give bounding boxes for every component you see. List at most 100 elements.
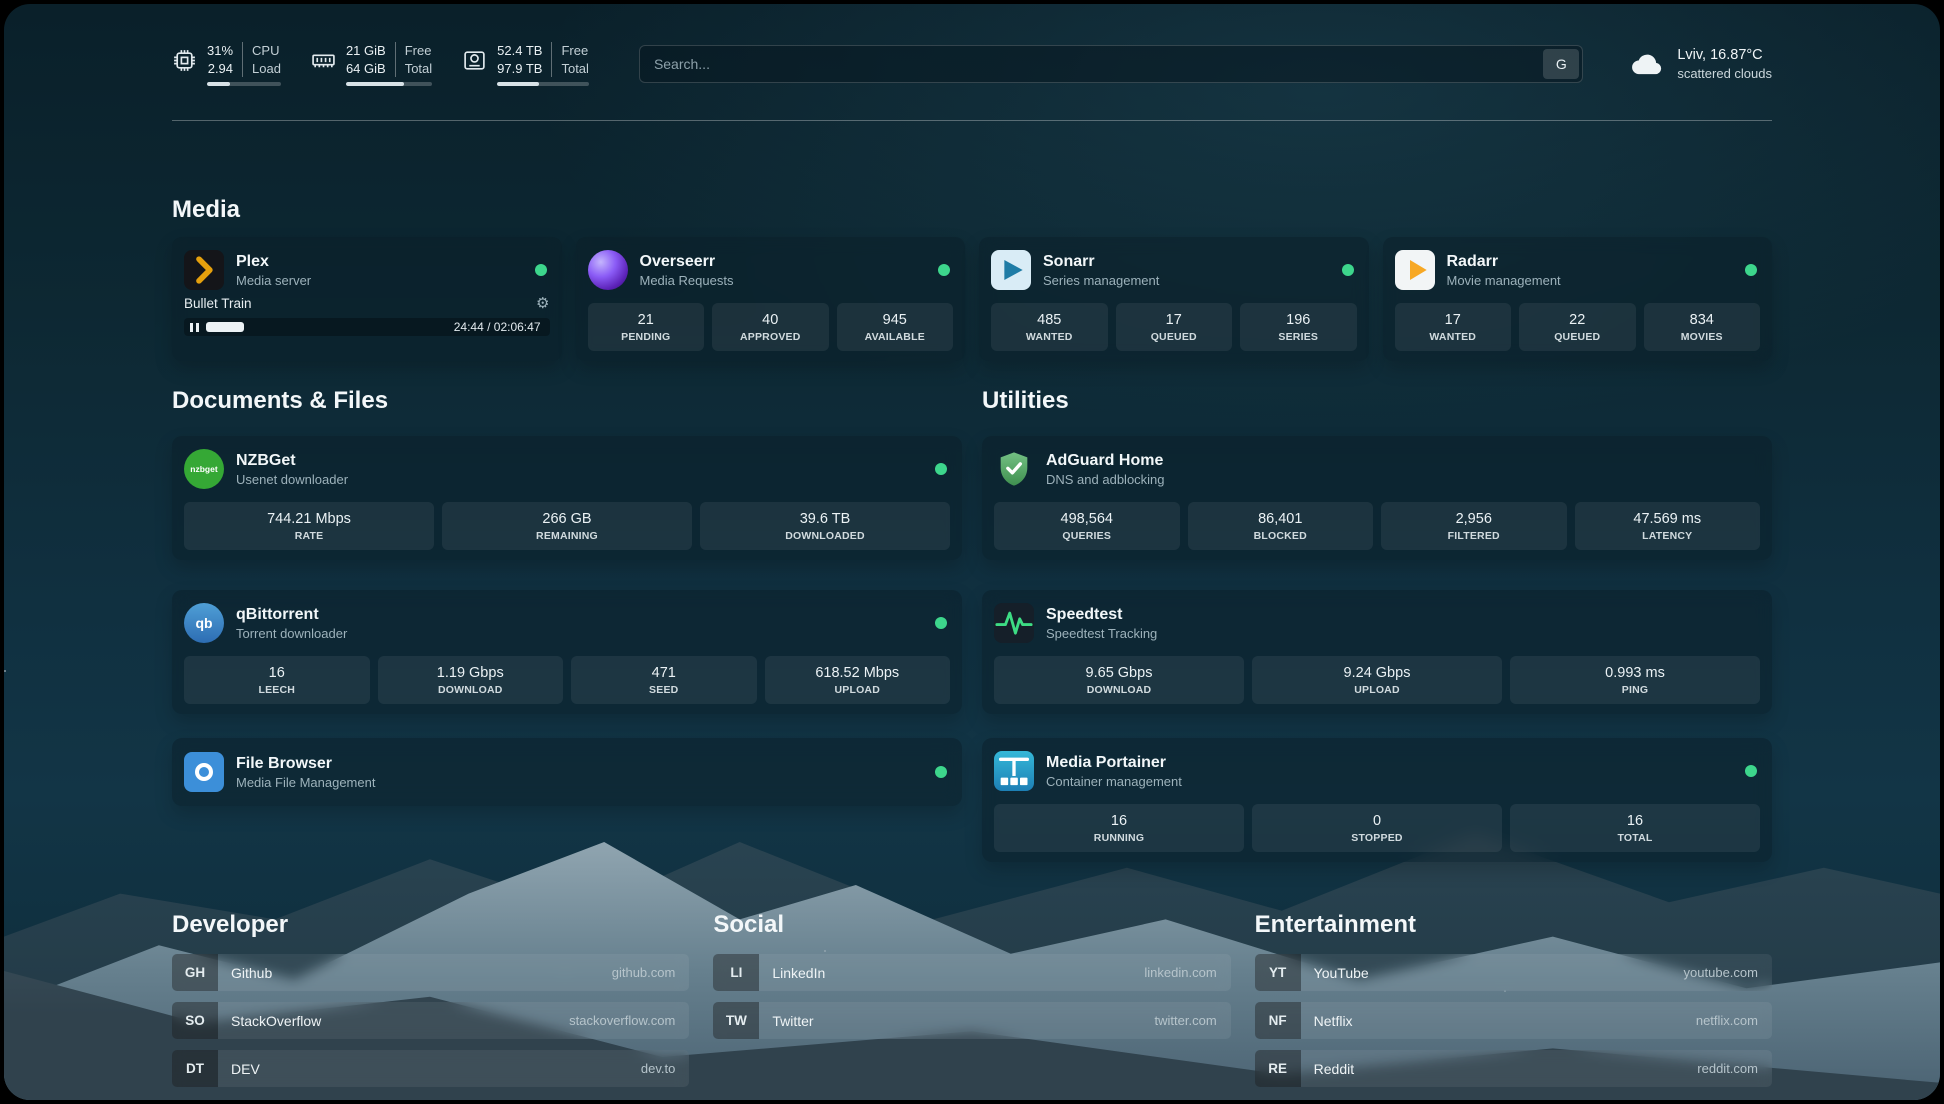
service-card-filebrowser[interactable]: File Browser Media File Management [172, 738, 962, 806]
playback-progress-bar[interactable]: 24:44 / 02:06:47 [184, 318, 550, 336]
memory-icon [311, 42, 336, 73]
bookmark-name: Twitter [772, 1013, 813, 1029]
service-title: NZBGet [236, 451, 348, 471]
bookmark-netflix[interactable]: NF Netflix netflix.com [1255, 1002, 1772, 1039]
stat-value: 618.52 Mbps [815, 665, 899, 681]
memory-label-top: Free [405, 42, 432, 60]
service-subtitle: Usenet downloader [236, 471, 348, 488]
bookmark-group-entertainment: Entertainment YT YouTube youtube.com NF … [1255, 910, 1772, 1087]
stat-label: QUEUED [1151, 331, 1197, 343]
service-card-sonarr[interactable]: Sonarr Series management 485 WANTED 17 Q… [979, 237, 1369, 361]
stat-value: 86,401 [1258, 511, 1302, 527]
stat-label: WANTED [1026, 331, 1073, 343]
playback-track[interactable] [206, 322, 447, 332]
stat-value: 485 [1037, 312, 1061, 328]
stat-label: REMAINING [536, 530, 598, 542]
stat-tile: 618.52 Mbps UPLOAD [765, 656, 951, 704]
service-card-portainer[interactable]: Media Portainer Container management 16 … [982, 738, 1772, 862]
status-online-dot [1745, 765, 1757, 777]
service-title: File Browser [236, 754, 375, 774]
playback-time: 24:44 / 02:06:47 [454, 320, 541, 334]
service-subtitle: Torrent downloader [236, 625, 347, 642]
search-bar[interactable]: G [639, 45, 1583, 83]
service-card-speedtest[interactable]: Speedtest Speedtest Tracking 9.65 Gbps D… [982, 590, 1772, 714]
status-online-dot [935, 766, 947, 778]
stat-tile: 9.65 Gbps DOWNLOAD [994, 656, 1244, 704]
stat-label: TOTAL [1617, 832, 1652, 844]
stat-value: 16 [1111, 813, 1127, 829]
stat-value: 17 [1445, 312, 1461, 328]
bookmark-reddit[interactable]: RE Reddit reddit.com [1255, 1050, 1772, 1087]
bookmark-linkedin[interactable]: LI LinkedIn linkedin.com [713, 954, 1230, 991]
cpu-widget: 31% 2.94 CPU Load [172, 42, 281, 86]
stat-label: PENDING [621, 331, 670, 343]
stat-label: UPLOAD [1354, 684, 1400, 696]
stat-value: 266 GB [542, 511, 591, 527]
stat-label: SERIES [1278, 331, 1318, 343]
disk-label-bottom: Total [561, 60, 588, 78]
service-subtitle: Movie management [1447, 272, 1561, 289]
gear-icon[interactable]: ⚙ [536, 296, 549, 311]
service-subtitle: DNS and adblocking [1046, 471, 1165, 488]
service-card-nzbget[interactable]: nzbget NZBGet Usenet downloader 744.21 M… [172, 436, 962, 560]
stat-tile: 16 LEECH [184, 656, 370, 704]
stat-label: SEED [649, 684, 678, 696]
pause-icon[interactable] [190, 323, 199, 332]
stat-label: QUERIES [1062, 530, 1111, 542]
stat-label: RATE [295, 530, 324, 542]
disk-usage-fill [497, 82, 539, 86]
stat-label: AVAILABLE [865, 331, 925, 343]
service-card-qbittorrent[interactable]: qb qBittorrent Torrent downloader 16 LEE… [172, 590, 962, 714]
service-card-adguard[interactable]: AdGuard Home DNS and adblocking 498,564 … [982, 436, 1772, 560]
adguard-icon [994, 449, 1034, 489]
memory-label-bottom: Total [405, 60, 432, 78]
service-subtitle: Container management [1046, 773, 1182, 790]
bookmark-stackoverflow[interactable]: SO StackOverflow stackoverflow.com [172, 1002, 689, 1039]
documents-column: Documents & Files nzbget NZBGet Usenet d… [172, 386, 962, 806]
stat-tile: 471 SEED [571, 656, 757, 704]
topbar-divider [172, 120, 1772, 121]
bookmark-dev[interactable]: DT DEV dev.to [172, 1050, 689, 1087]
cpu-percent-value: 31% [207, 42, 233, 60]
service-subtitle: Series management [1043, 272, 1159, 289]
media-grid: Plex Media server Bullet Train ⚙ 24:44 /… [172, 237, 1772, 361]
bookmark-url: reddit.com [1697, 1061, 1758, 1076]
service-card-overseerr[interactable]: Overseerr Media Requests 21 PENDING 40 A… [576, 237, 966, 361]
bookmark-abbr: RE [1255, 1050, 1301, 1087]
disk-usage-bar [497, 82, 589, 86]
stat-tile: 945 AVAILABLE [837, 303, 954, 351]
bookmark-group-social: Social LI LinkedIn linkedin.com TW Twitt… [713, 910, 1230, 1087]
service-card-plex[interactable]: Plex Media server Bullet Train ⚙ 24:44 /… [172, 237, 562, 361]
search-input[interactable] [654, 56, 1543, 72]
bookmark-twitter[interactable]: TW Twitter twitter.com [713, 1002, 1230, 1039]
stat-value: 471 [652, 665, 676, 681]
memory-usage-fill [346, 82, 404, 86]
stat-tile: 0 STOPPED [1252, 804, 1502, 852]
stat-label: DOWNLOADED [785, 530, 865, 542]
search-provider-button[interactable]: G [1543, 49, 1579, 79]
cloud-icon [1629, 49, 1665, 79]
weather-condition: scattered clouds [1677, 65, 1772, 82]
radarr-icon [1395, 250, 1435, 290]
stat-value: 1.19 Gbps [437, 665, 504, 681]
section-title-utilities: Utilities [982, 386, 1772, 416]
stat-tile: 1.19 Gbps DOWNLOAD [378, 656, 564, 704]
bookmark-abbr: YT [1255, 954, 1301, 991]
stat-value: 0 [1373, 813, 1381, 829]
status-online-dot [1745, 264, 1757, 276]
bookmark-url: linkedin.com [1144, 965, 1216, 980]
section-title-developer: Developer [172, 910, 689, 940]
stat-label: FILTERED [1448, 530, 1500, 542]
bookmark-github[interactable]: GH Github github.com [172, 954, 689, 991]
system-resources-group: 31% 2.94 CPU Load [172, 42, 589, 86]
stat-tile: 16 RUNNING [994, 804, 1244, 852]
service-title: Sonarr [1043, 252, 1159, 272]
bookmark-youtube[interactable]: YT YouTube youtube.com [1255, 954, 1772, 991]
service-title: qBittorrent [236, 605, 347, 625]
weather-widget: Lviv, 16.87°C scattered clouds [1629, 46, 1772, 82]
stat-tile: 22 QUEUED [1519, 303, 1636, 351]
bookmark-url: netflix.com [1696, 1013, 1758, 1028]
stat-value: 2,956 [1456, 511, 1492, 527]
speedtest-icon [994, 603, 1034, 643]
service-card-radarr[interactable]: Radarr Movie management 17 WANTED 22 QUE… [1383, 237, 1773, 361]
